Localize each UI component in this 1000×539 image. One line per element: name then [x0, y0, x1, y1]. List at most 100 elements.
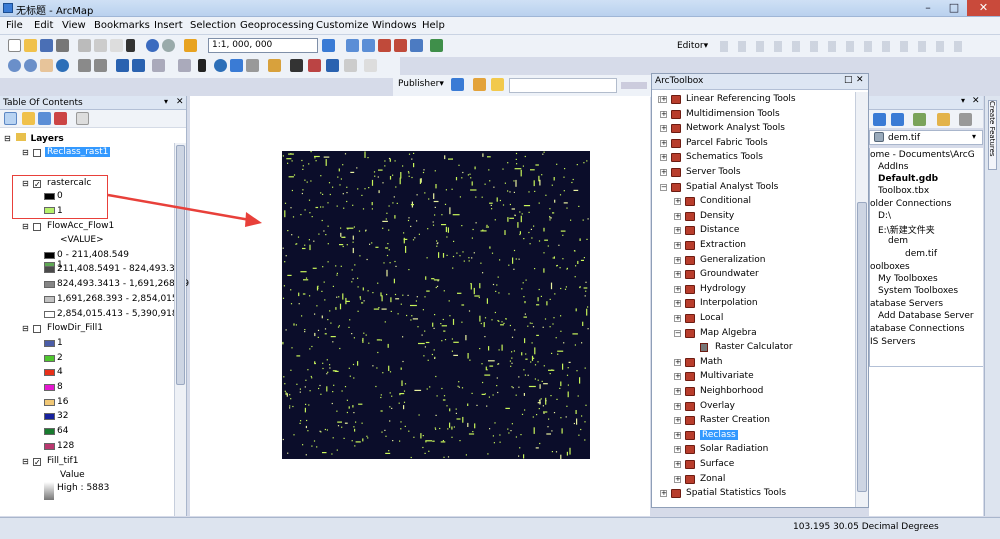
editor-menu[interactable]: Editor▾ — [677, 41, 708, 51]
expand-toggle-icon[interactable]: + — [674, 461, 681, 468]
time-slider-icon[interactable] — [344, 59, 357, 72]
catalog-item[interactable]: IS Servers — [870, 337, 915, 347]
chevron-down-icon[interactable]: ▾ — [972, 132, 976, 141]
list-by-visibility-icon[interactable] — [38, 112, 51, 125]
publisher-icon[interactable] — [451, 78, 464, 91]
expand-toggle-icon[interactable]: ⊟ — [22, 179, 29, 188]
catalog-item[interactable]: E:\新建文件夹 — [878, 223, 935, 236]
expand-toggle-icon[interactable]: + — [660, 154, 667, 162]
find-route-icon[interactable] — [308, 59, 321, 72]
undo-icon[interactable] — [146, 39, 159, 52]
layer-name-rastercalc[interactable]: rastercalc — [47, 178, 91, 188]
minimize-button[interactable]: – — [915, 0, 941, 16]
html-popup-icon[interactable] — [246, 59, 259, 72]
expand-toggle-icon[interactable]: + — [674, 271, 681, 279]
modelbuilder-icon[interactable] — [430, 39, 443, 52]
expand-toggle-icon[interactable]: + — [674, 285, 681, 293]
catalog-close-icon[interactable]: ✕ — [972, 96, 980, 106]
layer-visibility-checkbox[interactable] — [33, 325, 41, 333]
forward-icon[interactable] — [891, 113, 904, 126]
create-features-tab[interactable]: Create Features — [988, 100, 997, 170]
expand-toggle-icon[interactable]: + — [674, 373, 681, 381]
layer-visibility-checkbox[interactable] — [33, 223, 41, 231]
cut-icon[interactable] — [78, 39, 91, 52]
folder-icon[interactable] — [491, 78, 504, 91]
select-elements-icon[interactable] — [198, 59, 206, 72]
layer-name-reclass[interactable]: Reclass_rast1 — [45, 147, 111, 157]
catalog-pin-icon[interactable]: ▾ — [961, 96, 965, 105]
measure-icon[interactable] — [268, 59, 281, 72]
catalog-item[interactable]: ome - Documents\ArcG — [870, 150, 975, 160]
expand-toggle-icon[interactable]: + — [674, 358, 681, 366]
expand-toggle-icon[interactable]: + — [674, 300, 681, 308]
catalog-item[interactable]: Default.gdb — [878, 174, 938, 184]
find-binoculars-icon[interactable] — [290, 59, 303, 72]
menu-customize[interactable]: Customize — [316, 20, 369, 31]
zoom-in-icon[interactable] — [8, 59, 21, 72]
menu-windows[interactable]: Windows — [372, 20, 417, 31]
catalog-item[interactable]: System Toolboxes — [878, 286, 958, 296]
toc-options-icon[interactable] — [76, 112, 89, 125]
expand-toggle-icon[interactable]: + — [660, 139, 667, 147]
expand-toggle-icon[interactable]: + — [660, 110, 667, 118]
list-by-selection-icon[interactable] — [54, 112, 67, 125]
hyperlink-icon[interactable] — [230, 59, 243, 72]
menu-selection[interactable]: Selection — [190, 20, 236, 31]
python-window-icon[interactable] — [410, 39, 423, 52]
redo-icon[interactable] — [162, 39, 175, 52]
toolbox-scrollbar[interactable] — [855, 92, 868, 507]
catalog-item[interactable]: dem.tif — [905, 249, 937, 259]
home-icon[interactable] — [913, 113, 926, 126]
catalog-item[interactable]: Add Database Server — [878, 311, 974, 321]
map-scale-combobox[interactable]: 1:1, 000, 000 — [208, 38, 318, 53]
catalog-item[interactable]: Toolbox.tbx — [878, 186, 929, 196]
new-document-icon[interactable] — [8, 39, 21, 52]
editor-toolbar-icon[interactable] — [322, 39, 335, 52]
add-data-icon[interactable] — [184, 39, 197, 52]
toolbox-close-icon[interactable]: ✕ — [856, 75, 864, 85]
menu-view[interactable]: View — [62, 20, 86, 31]
save-icon[interactable] — [40, 39, 53, 52]
list-by-drawing-order-icon[interactable] — [4, 112, 17, 125]
menu-edit[interactable]: Edit — [34, 20, 53, 31]
select-features-icon[interactable] — [152, 59, 165, 72]
layer-visibility-checkbox[interactable]: ✓ — [33, 458, 41, 467]
toolbox-float-icon[interactable]: □ — [844, 75, 853, 85]
expand-toggle-icon[interactable]: + — [674, 417, 681, 425]
catalog-item[interactable]: My Toolboxes — [878, 274, 938, 284]
expand-toggle-icon[interactable]: ⊟ — [22, 457, 29, 466]
expand-toggle-icon[interactable]: + — [674, 402, 681, 410]
goto-xy-icon[interactable] — [326, 59, 339, 72]
catalog-item[interactable]: atabase Servers — [870, 299, 943, 309]
view-options-icon[interactable] — [959, 113, 972, 126]
expand-toggle-icon[interactable]: + — [660, 96, 667, 103]
menu-help[interactable]: Help — [422, 20, 445, 31]
layers-group[interactable]: ⊟ Layers — [4, 133, 64, 144]
menu-insert[interactable]: Insert — [154, 20, 183, 31]
close-button[interactable]: ✕ — [967, 0, 1000, 16]
expand-toggle-icon[interactable]: + — [660, 490, 667, 498]
expand-toggle-icon[interactable]: + — [674, 446, 681, 454]
paste-icon[interactable] — [110, 39, 123, 52]
fixed-zoom-in-icon[interactable] — [78, 59, 91, 72]
expand-toggle-icon[interactable]: − — [660, 183, 667, 191]
toc-window-icon[interactable] — [346, 39, 359, 52]
scrollbar-thumb[interactable] — [857, 202, 867, 492]
expand-toggle-icon[interactable]: ⊟ — [22, 222, 29, 231]
scrollbar-thumb[interactable] — [176, 145, 185, 385]
back-arrow-icon[interactable] — [116, 59, 129, 72]
expand-toggle-icon[interactable]: + — [674, 388, 681, 395]
copy-icon[interactable] — [94, 39, 107, 52]
back-icon[interactable] — [873, 113, 886, 126]
expand-toggle-icon[interactable]: + — [674, 315, 681, 322]
delete-icon[interactable] — [126, 39, 135, 52]
menu-file[interactable]: File — [6, 20, 23, 31]
catalog-location-box[interactable]: dem.tif ▾ — [869, 130, 983, 145]
clear-selection-icon[interactable] — [178, 59, 191, 72]
expand-toggle-icon[interactable]: − — [674, 329, 681, 337]
maximize-button[interactable]: □ — [941, 0, 967, 16]
fixed-zoom-out-icon[interactable] — [94, 59, 107, 72]
toc-close-icon[interactable]: ✕ — [176, 97, 184, 107]
connect-folder-icon[interactable] — [937, 113, 950, 126]
layer-visibility-checkbox[interactable] — [33, 149, 41, 157]
